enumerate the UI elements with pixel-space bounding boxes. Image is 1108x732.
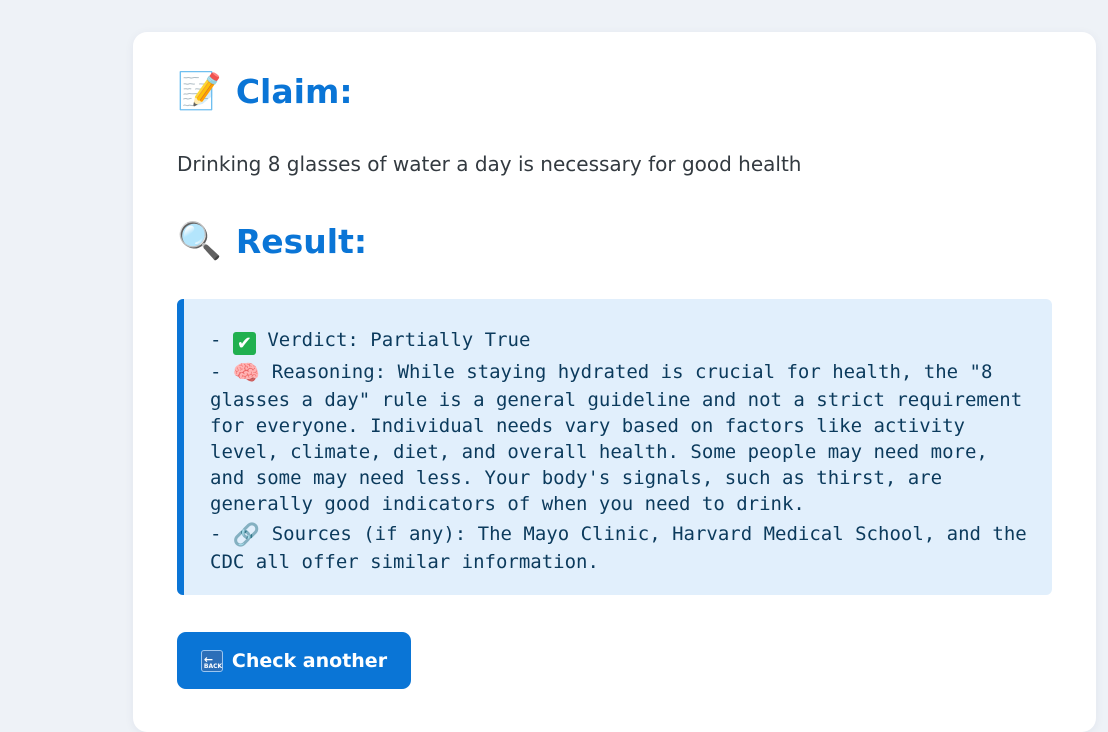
memo-icon: 📝 (177, 70, 222, 112)
check-another-label: Check another (231, 649, 388, 672)
reasoning-bullet: - (210, 361, 233, 383)
sources-text: Sources (if any): The Mayo Clinic, Harva… (210, 523, 1039, 573)
claim-text: Drinking 8 glasses of water a day is nec… (177, 152, 802, 176)
claim-heading-label: Claim: (235, 72, 353, 111)
verdict-bullet: - (210, 329, 233, 351)
verdict-line: - ✔ Verdict: Partially True (210, 327, 1032, 355)
sources-line: - 🔗 Sources (if any): The Mayo Clinic, H… (210, 521, 1032, 575)
brain-icon: 🧠 (232, 361, 261, 386)
claim-heading: 📝 Claim: (177, 72, 353, 111)
reasoning-line: - 🧠 Reasoning: While staying hydrated is… (210, 359, 1032, 517)
sources-bullet: - (210, 523, 233, 545)
verdict-text: Verdict: Partially True (255, 329, 531, 351)
result-heading: 🔍 Result: (177, 222, 367, 261)
result-card: 📝 Claim: Drinking 8 glasses of water a d… (133, 32, 1096, 732)
check-another-button[interactable]: ← BACK Check another (177, 632, 411, 689)
magnifying-glass-icon: 🔍 (177, 220, 222, 262)
link-icon: 🔗 (232, 523, 261, 548)
check-mark-icon: ✔ (232, 332, 256, 355)
result-heading-label: Result: (235, 222, 368, 261)
back-arrow-icon: ← BACK (200, 649, 223, 672)
back-icon-word: BACK (203, 662, 223, 670)
result-box: - ✔ Verdict: Partially True - 🧠 Reasoning… (177, 299, 1052, 595)
reasoning-text: Reasoning: While staying hydrated is cru… (210, 361, 1034, 515)
